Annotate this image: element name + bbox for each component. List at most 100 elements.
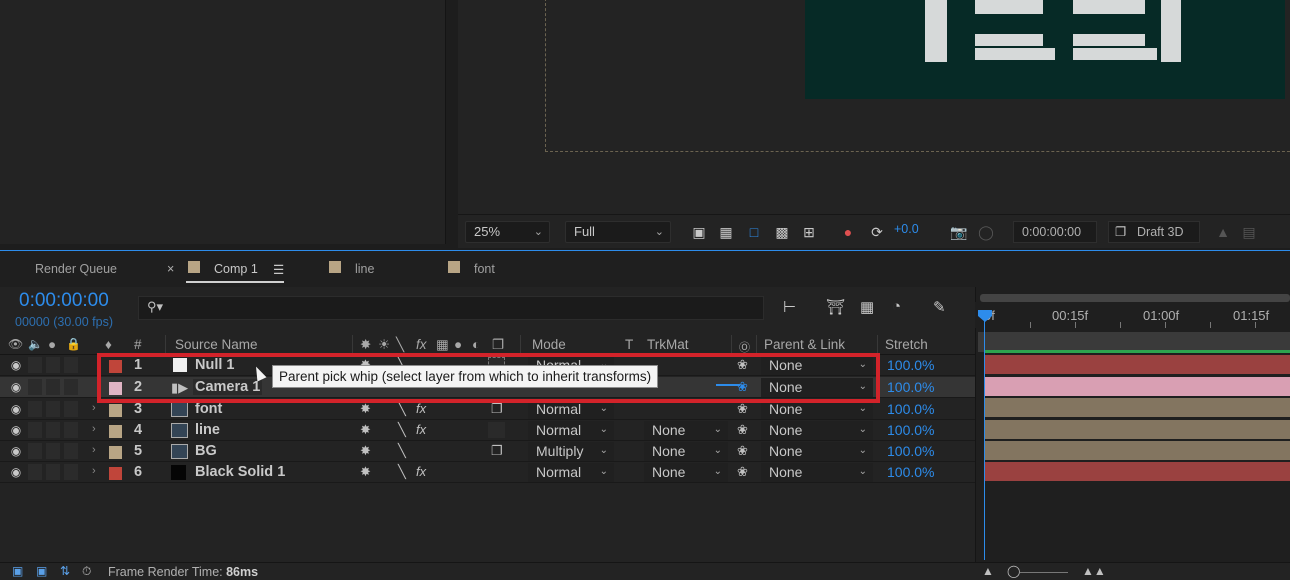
tab-line[interactable]: line bbox=[355, 262, 374, 276]
work-area-bar[interactable] bbox=[980, 294, 1290, 302]
stretch-value[interactable]: 100.0% bbox=[887, 464, 934, 480]
lock-toggle[interactable] bbox=[64, 464, 78, 480]
mode-dropdown[interactable]: Normal ⌄ bbox=[528, 421, 614, 440]
shy-switch-icon[interactable]: ✸ bbox=[360, 443, 371, 459]
stretch-value[interactable]: 100.0% bbox=[887, 379, 934, 395]
quality-switch-icon[interactable]: ╲ bbox=[398, 422, 406, 438]
parent-pickwhip-icon[interactable]: ❀ bbox=[737, 443, 748, 459]
guides-icon[interactable]: ⊞ bbox=[800, 223, 818, 241]
eye-icon[interactable]: ◉ bbox=[9, 423, 23, 437]
draft-3d-icon[interactable]: ⛩ bbox=[826, 298, 845, 316]
layer-name[interactable]: line bbox=[195, 422, 220, 438]
layer-name[interactable]: Camera 1 bbox=[193, 379, 263, 395]
graph-editor-icon[interactable]: ✎ bbox=[933, 298, 946, 316]
lock-toggle[interactable] bbox=[64, 379, 78, 395]
label-color-swatch[interactable] bbox=[109, 446, 122, 459]
label-color-swatch[interactable] bbox=[109, 404, 122, 417]
collapse-switch-header-icon[interactable]: ☀ bbox=[378, 337, 390, 353]
playhead-line[interactable] bbox=[984, 320, 985, 560]
viewer-timecode[interactable]: 0:00:00:00 bbox=[1013, 221, 1097, 243]
shy-switch-icon[interactable]: ✸ bbox=[360, 422, 371, 438]
trkmat-column-header[interactable]: TrkMat bbox=[647, 337, 689, 352]
layer-search-input[interactable]: ⚲▾ bbox=[138, 296, 764, 320]
parent-pickwhip-icon[interactable]: ❀ bbox=[737, 464, 748, 480]
camera-snapshot-icon[interactable]: 📷 bbox=[950, 223, 968, 241]
transparency-grid-icon[interactable]: ▦ bbox=[717, 223, 735, 241]
layer-bar-font[interactable] bbox=[985, 398, 1290, 417]
shy-switch-header-icon[interactable]: ✸ bbox=[360, 337, 371, 353]
tab-render-queue[interactable]: Render Queue bbox=[35, 262, 117, 276]
layer-row-bg[interactable]: ◉ › 5 BG ✸ ╲ ❐ Multiply ⌄ None ⌄ ❀ None ⌄ 1… bbox=[0, 441, 975, 462]
audio-header-icon[interactable]: 🔈 bbox=[28, 337, 43, 351]
frame-blending-icon[interactable]: ▦ bbox=[860, 298, 874, 316]
label-color-swatch[interactable] bbox=[109, 360, 122, 373]
tab-menu-icon[interactable]: ☰ bbox=[273, 262, 284, 277]
eye-header-icon[interactable]: 👁 bbox=[8, 337, 23, 351]
stretch-value[interactable]: 100.0% bbox=[887, 357, 934, 373]
layer-bar-camera-1[interactable] bbox=[985, 377, 1290, 396]
audio-toggle[interactable] bbox=[28, 464, 42, 480]
layer-name[interactable]: Black Solid 1 bbox=[195, 464, 285, 480]
stretch-column-header[interactable]: Stretch bbox=[885, 337, 928, 352]
layer-bar-line[interactable] bbox=[985, 420, 1290, 439]
lock-toggle[interactable] bbox=[64, 401, 78, 417]
modes-toggle-icon[interactable]: ▣ bbox=[36, 564, 47, 578]
current-time-display[interactable]: 0:00:00:00 bbox=[19, 290, 109, 312]
quality-switch-icon[interactable]: ╲ bbox=[398, 401, 406, 417]
exposure-value[interactable]: +0.0 bbox=[894, 222, 919, 236]
twirl-chevron-icon[interactable]: › bbox=[92, 423, 96, 435]
t-column-header[interactable]: T bbox=[625, 337, 633, 352]
label-color-swatch[interactable] bbox=[109, 425, 122, 438]
region-of-interest-icon[interactable]: ▩ bbox=[773, 223, 791, 241]
layer-bar-black-solid-1[interactable] bbox=[985, 462, 1290, 481]
3d-layer-switch[interactable] bbox=[488, 422, 505, 438]
zoom-out-icon[interactable]: ▲ bbox=[982, 564, 994, 578]
parent-dropdown[interactable]: None ⌄ bbox=[761, 378, 873, 397]
stretch-value[interactable]: 100.0% bbox=[887, 443, 934, 459]
mask-visibility-icon[interactable]: □ bbox=[745, 223, 763, 241]
eye-icon[interactable]: ◉ bbox=[9, 444, 23, 458]
layer-row-font[interactable]: ◉ › 3 font ✸ ╲ fx ❐ Normal ⌄ ❀ None ⌄ 100.… bbox=[0, 399, 975, 420]
lock-header-icon[interactable]: 🔒 bbox=[66, 337, 81, 351]
zoom-slider-track[interactable] bbox=[1020, 572, 1068, 573]
comp-mini-flowchart-icon[interactable]: ⊢ bbox=[783, 298, 796, 316]
parent-dropdown[interactable]: None ⌄ bbox=[761, 356, 873, 375]
lock-toggle[interactable] bbox=[64, 357, 78, 373]
twirl-chevron-icon[interactable]: › bbox=[92, 402, 96, 414]
label-color-swatch[interactable] bbox=[109, 467, 122, 480]
tab-font[interactable]: font bbox=[474, 262, 495, 276]
parent-dropdown[interactable]: None ⌄ bbox=[761, 463, 873, 482]
eye-icon[interactable]: ◉ bbox=[9, 358, 23, 372]
effects-switch-icon[interactable]: fx bbox=[416, 422, 426, 437]
trkmat-dropdown[interactable]: None ⌄ bbox=[644, 463, 728, 482]
render-time-icon[interactable]: ⏱ bbox=[82, 564, 91, 579]
parent-dropdown[interactable]: None ⌄ bbox=[761, 421, 873, 440]
eye-icon[interactable]: ◉ bbox=[9, 402, 23, 416]
solo-toggle[interactable] bbox=[46, 422, 60, 438]
layer-name[interactable]: font bbox=[195, 401, 222, 417]
parent-link-column-header[interactable]: Parent & Link bbox=[764, 337, 845, 352]
mode-dropdown[interactable]: Multiply ⌄ bbox=[528, 442, 614, 461]
motion-blur-header-icon[interactable]: ● bbox=[454, 337, 462, 352]
mode-dropdown[interactable]: Normal ⌄ bbox=[528, 463, 614, 482]
quality-switch-header-icon[interactable]: ╲ bbox=[396, 337, 404, 353]
layer-bar-null-1[interactable] bbox=[985, 355, 1290, 374]
layer-bar-bg[interactable] bbox=[985, 441, 1290, 460]
audio-toggle[interactable] bbox=[28, 401, 42, 417]
view-layout-icon[interactable]: ▤ bbox=[1240, 223, 1258, 241]
twirl-chevron-icon[interactable]: › bbox=[92, 444, 96, 456]
stretch-value[interactable]: 100.0% bbox=[887, 401, 934, 417]
twirl-chevron-icon[interactable]: › bbox=[92, 465, 96, 477]
solo-toggle[interactable] bbox=[46, 443, 60, 459]
mode-column-header[interactable]: Mode bbox=[532, 337, 566, 352]
layer-switches-toggle-icon[interactable]: ▣ bbox=[12, 564, 23, 578]
layer-row-line[interactable]: ◉ › 4 line ✸ ╲ fx Normal ⌄ None ⌄ ❀ None ⌄ … bbox=[0, 420, 975, 441]
3d-layer-header-icon[interactable]: ❐ bbox=[492, 337, 504, 353]
zoom-in-icon[interactable]: ▲▲ bbox=[1082, 564, 1106, 578]
solo-toggle[interactable] bbox=[46, 464, 60, 480]
audio-toggle[interactable] bbox=[28, 379, 42, 395]
in-out-toggle-icon[interactable]: ⇅ bbox=[60, 564, 70, 578]
lock-toggle[interactable] bbox=[64, 422, 78, 438]
3d-layer-switch-icon[interactable]: ❐ bbox=[491, 443, 503, 459]
tab-comp-1[interactable]: Comp 1 bbox=[214, 262, 258, 276]
